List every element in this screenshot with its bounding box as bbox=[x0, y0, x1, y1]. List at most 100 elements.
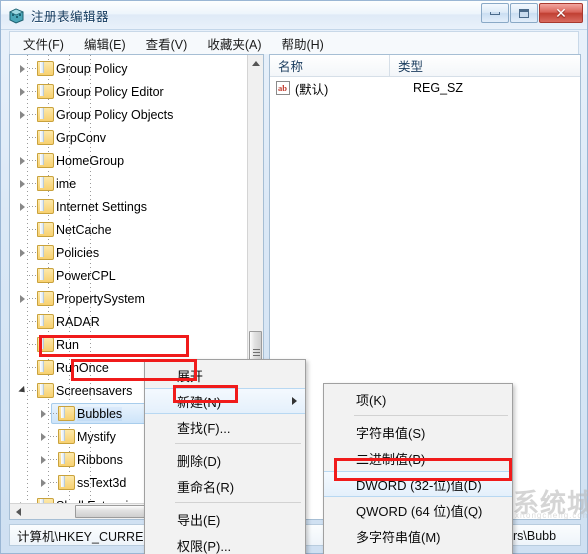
submenu-item-5[interactable]: QWORD (64 位)值(Q) bbox=[324, 497, 512, 523]
tree-connector bbox=[29, 367, 36, 368]
tree-item-label: Bubbles bbox=[77, 406, 123, 421]
collapse-triangle-icon[interactable] bbox=[17, 385, 28, 396]
expand-triangle-icon[interactable] bbox=[17, 63, 28, 74]
tree-item-group-policy[interactable]: Group Policy bbox=[10, 57, 263, 80]
tree-connector bbox=[29, 91, 36, 92]
context-menu-item-2[interactable]: 查找(F)... bbox=[145, 414, 305, 440]
tree-connector bbox=[29, 321, 36, 322]
menu-item-label: 权限(P)... bbox=[177, 538, 232, 554]
tree-item-internet-settings[interactable]: Internet Settings bbox=[10, 195, 263, 218]
menu-item-label: 字符串值(S) bbox=[356, 425, 426, 441]
menu-separator bbox=[175, 443, 301, 444]
tree-connector bbox=[29, 160, 36, 161]
tree-item-label: RADAR bbox=[56, 314, 100, 329]
folder-icon bbox=[37, 360, 54, 375]
maximize-icon bbox=[519, 8, 529, 18]
column-header-name[interactable]: 名称 bbox=[270, 55, 390, 76]
column-header-type[interactable]: 类型 bbox=[390, 55, 510, 76]
expand-triangle-icon[interactable] bbox=[17, 178, 28, 189]
expand-triangle-icon[interactable] bbox=[17, 201, 28, 212]
expand-triangle-icon[interactable] bbox=[38, 408, 49, 419]
submenu-arrow-icon bbox=[292, 397, 297, 405]
tree-connector bbox=[29, 137, 36, 138]
expand-triangle-icon[interactable] bbox=[17, 86, 28, 97]
menu-item-label: QWORD (64 位)值(Q) bbox=[356, 503, 483, 519]
tree-item-label: Group Policy Editor bbox=[56, 84, 164, 99]
submenu-item-2[interactable]: 字符串值(S) bbox=[324, 419, 512, 445]
tree-item-ime[interactable]: ime bbox=[10, 172, 263, 195]
folder-icon bbox=[37, 245, 54, 260]
submenu-item-7[interactable]: 可扩充字符串值(E) bbox=[324, 549, 512, 554]
tree-item-label: Group Policy Objects bbox=[56, 107, 174, 122]
scroll-left-arrow[interactable] bbox=[10, 504, 26, 519]
menu-file[interactable]: 文件(F) bbox=[14, 31, 73, 56]
tree-connector bbox=[29, 390, 36, 391]
folder-icon bbox=[37, 176, 54, 191]
context-menu-item-8[interactable]: 权限(P)... bbox=[145, 532, 305, 554]
tree-item-label: NetCache bbox=[56, 222, 112, 237]
list-header: 名称 类型 bbox=[270, 55, 580, 77]
menu-item-label: 删除(D) bbox=[177, 453, 222, 469]
tree-item-homegroup[interactable]: HomeGroup bbox=[10, 149, 263, 172]
expand-triangle-icon[interactable] bbox=[17, 155, 28, 166]
folder-icon bbox=[37, 61, 54, 76]
status-path: 计算机\HKEY_CURRENT bbox=[17, 529, 161, 544]
tree-item-radar[interactable]: RADAR bbox=[10, 310, 263, 333]
menu-item-label: 多字符串值(M) bbox=[356, 529, 441, 545]
expand-triangle-icon[interactable] bbox=[17, 247, 28, 258]
folder-icon bbox=[37, 268, 54, 283]
menu-help[interactable]: 帮助(H) bbox=[272, 31, 332, 56]
tree-item-label: GrpConv bbox=[56, 130, 107, 145]
tree-connector bbox=[50, 413, 57, 414]
tree-connector bbox=[50, 436, 57, 437]
menu-item-label: 导出(E) bbox=[177, 512, 221, 528]
expand-triangle-icon[interactable] bbox=[17, 109, 28, 120]
folder-icon bbox=[58, 452, 75, 467]
expand-triangle-icon[interactable] bbox=[38, 454, 49, 465]
value-type: REG_SZ bbox=[413, 81, 464, 95]
tree-connector bbox=[29, 344, 36, 345]
expand-triangle-icon[interactable] bbox=[38, 477, 49, 488]
table-row[interactable]: ab (默认) REG_SZ bbox=[270, 77, 580, 99]
tree-item-label: ime bbox=[56, 176, 77, 191]
close-button[interactable]: ✕ bbox=[539, 3, 583, 23]
tree-item-powercpl[interactable]: PowerCPL bbox=[10, 264, 263, 287]
window-title: 注册表编辑器 bbox=[31, 9, 110, 24]
menu-edit[interactable]: 编辑(E) bbox=[75, 31, 135, 56]
menu-bar: 文件(F) 编辑(E) 查看(V) 收藏夹(A) 帮助(H) bbox=[9, 31, 579, 54]
tree-item-label: ssText3d bbox=[77, 475, 127, 490]
context-menu-item-4[interactable]: 删除(D) bbox=[145, 447, 305, 473]
tree-connector bbox=[29, 229, 36, 230]
tree-item-netcache[interactable]: NetCache bbox=[10, 218, 263, 241]
tree-connector bbox=[50, 482, 57, 483]
submenu-item-0[interactable]: 项(K) bbox=[324, 386, 512, 412]
folder-icon bbox=[37, 153, 54, 168]
tree-item-policies[interactable]: Policies bbox=[10, 241, 263, 264]
folder-icon bbox=[37, 291, 54, 306]
submenu-item-6[interactable]: 多字符串值(M) bbox=[324, 523, 512, 549]
maximize-button[interactable] bbox=[510, 3, 538, 23]
scroll-up-arrow[interactable] bbox=[248, 55, 263, 71]
menu-favorites[interactable]: 收藏夹(A) bbox=[198, 31, 270, 56]
tree-connector bbox=[29, 298, 36, 299]
close-icon: ✕ bbox=[555, 5, 567, 21]
tree-item-group-policy-editor[interactable]: Group Policy Editor bbox=[10, 80, 263, 103]
context-menu-item-7[interactable]: 导出(E) bbox=[145, 506, 305, 532]
expand-triangle-icon[interactable] bbox=[17, 293, 28, 304]
expand-triangle-icon[interactable] bbox=[38, 431, 49, 442]
tree-item-propertysystem[interactable]: PropertySystem bbox=[10, 287, 263, 310]
tree-connector bbox=[29, 252, 36, 253]
tree-item-grpconv[interactable]: GrpConv bbox=[10, 126, 263, 149]
title-bar[interactable]: 注册表编辑器 ✕ bbox=[1, 1, 587, 30]
tree-item-label: PropertySystem bbox=[56, 291, 145, 306]
string-value-icon: ab bbox=[276, 81, 290, 95]
menu-item-label: 项(K) bbox=[356, 392, 387, 408]
value-name: (默认) bbox=[295, 82, 329, 97]
tree-item-group-policy-objects[interactable]: Group Policy Objects bbox=[10, 103, 263, 126]
minimize-button[interactable] bbox=[481, 3, 509, 23]
context-menu-item-5[interactable]: 重命名(R) bbox=[145, 473, 305, 499]
menu-view[interactable]: 查看(V) bbox=[137, 31, 197, 56]
folder-icon bbox=[37, 222, 54, 237]
caption-buttons: ✕ bbox=[481, 3, 583, 23]
tree-item-label: Group Policy bbox=[56, 61, 128, 76]
